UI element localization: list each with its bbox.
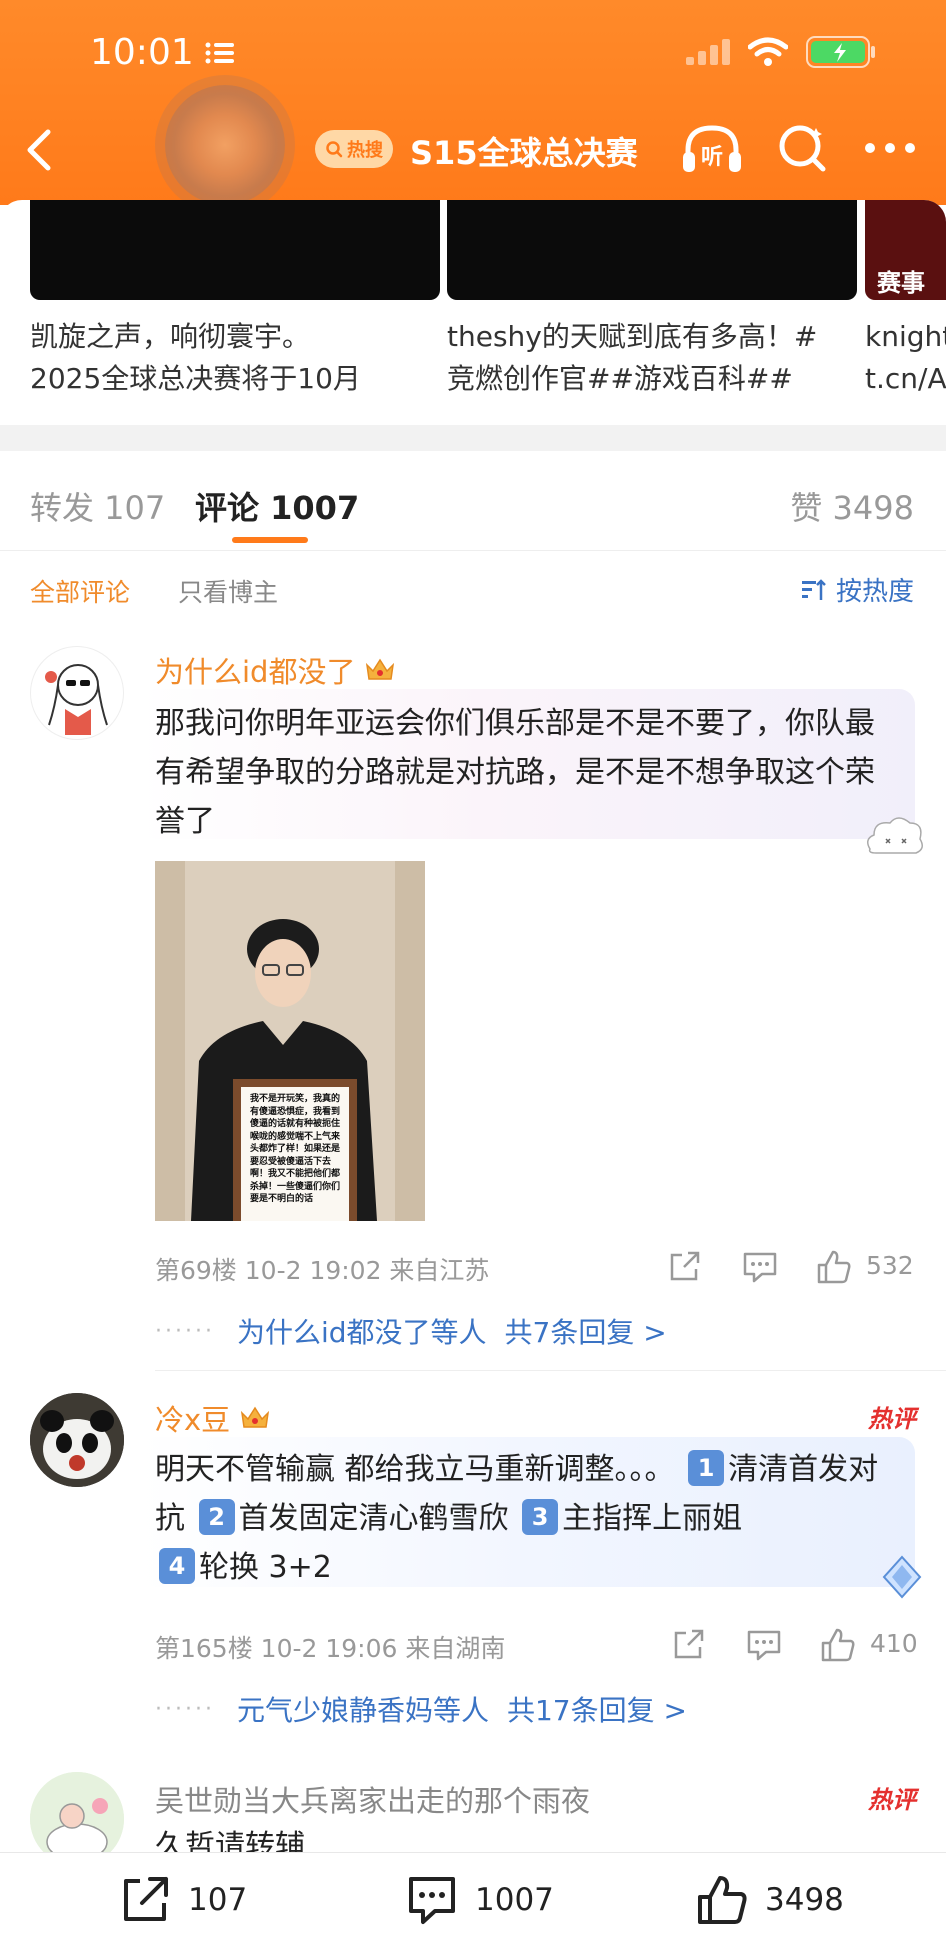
video-card[interactable]: 凯旋之声，响彻寰宇。 2025全球总决赛将于10月 [30, 200, 440, 400]
wifi-icon [748, 37, 788, 66]
replies-count: 共17条回复 > [506, 1694, 687, 1727]
video-thumbnail[interactable] [30, 200, 440, 300]
comment-icon[interactable] [746, 1629, 782, 1661]
active-tab-indicator [232, 537, 308, 543]
like-icon[interactable] [816, 1249, 852, 1285]
comment-text: 久哲请转辅 [155, 1829, 305, 1852]
section-divider [0, 425, 946, 451]
like-count: 410 [870, 1629, 918, 1658]
repost-icon [124, 1877, 168, 1921]
back-icon[interactable] [22, 128, 54, 172]
list-icon [205, 42, 234, 64]
number-badge: 4 [159, 1548, 195, 1584]
thumbs-up-icon [698, 1876, 747, 1924]
replies-dots: ······ [155, 1318, 215, 1344]
like-icon[interactable] [820, 1627, 856, 1663]
page-title: S15全球总决赛 [410, 134, 638, 172]
replies-count: 共7条回复 > [504, 1316, 667, 1349]
bottom-action-bar: 107 1007 3498 [0, 1852, 946, 1949]
video-card[interactable]: 赛事 knight t.cn/A [865, 200, 946, 400]
tab-likes[interactable]: 赞 3498 [790, 483, 914, 529]
video-caption: 凯旋之声，响彻寰宇。 2025全球总决赛将于10月 [30, 320, 361, 395]
page: 10:01 热搜 S15全球总决赛 听 凯旋之声，响彻寰宇。 2025全球总决赛… [0, 0, 946, 1949]
replies-by: 为什么id都没了等人 [236, 1316, 487, 1349]
tab-bar: 转发 107 评论 1007 赞 3498 [0, 451, 946, 551]
comment-count: 1007 [475, 1882, 554, 1918]
share-icon[interactable] [668, 1251, 702, 1283]
related-videos: 凯旋之声，响彻寰宇。 2025全球总决赛将于10月 theshy的天赋到底有多高… [0, 200, 946, 425]
hot-comment-badge: 热评 [868, 1786, 916, 1814]
comment-image[interactable]: 我不是开玩笑，我真的有傻逼恐惧症，我看到傻逼的话就有种被扼住喉咙的感觉喘不上气来… [155, 861, 425, 1221]
hot-comment-badge: 热评 [868, 1405, 916, 1433]
tab-comments[interactable]: 评论 1007 [195, 483, 359, 529]
video-card[interactable]: theshy的天赋到底有多高！# 竞燃创作官##游戏百科## [447, 200, 857, 400]
replies-link[interactable]: ······ 为什么id都没了等人 共7条回复 > [155, 1311, 667, 1351]
comment-meta: 第69楼 10-2 19:02 来自江苏 [155, 1256, 490, 1285]
crown-icon [366, 658, 395, 680]
video-caption: theshy的天赋到底有多高！# 竞燃创作官##游戏百科## [447, 320, 818, 395]
avatar[interactable] [30, 1393, 124, 1487]
floating-avatar-bubble[interactable] [165, 85, 285, 205]
crown-icon [241, 1406, 270, 1428]
filter-author-only[interactable]: 只看博主 [178, 573, 278, 609]
comment-item: 吴世勋当大兵离家出走的那个雨夜 热评 久哲请转辅 [0, 1760, 946, 1852]
listen-label: 听 [701, 145, 723, 170]
avatar[interactable] [30, 646, 124, 740]
video-thumbnail[interactable]: 赛事 [865, 200, 946, 300]
number-badge: 1 [688, 1450, 725, 1486]
comment-author[interactable]: 冷x豆 [155, 1397, 270, 1439]
replies-by: 元气少娘静香妈等人 [236, 1694, 489, 1727]
headphones-icon[interactable]: 听 [680, 122, 744, 174]
repost-count: 107 [188, 1882, 248, 1918]
sort-icon [801, 578, 826, 600]
comment-text: 那我问你明年亚运会你们俱乐部是不是不要了，你队最有希望争取的分路就是对抗路，是不… [155, 706, 875, 839]
like-button[interactable]: 3498 [695, 1873, 844, 1927]
filter-all-comments[interactable]: 全部评论 [30, 573, 130, 609]
video-thumbnail[interactable] [447, 200, 857, 300]
comment-bubble-icon [409, 1877, 455, 1924]
comment-button[interactable]: 1007 [405, 1873, 554, 1927]
panda-avatar [30, 1393, 124, 1487]
repost-button[interactable]: 107 [118, 1873, 247, 1927]
hot-search-tag[interactable]: 热搜 [315, 130, 393, 168]
comment-divider [155, 1370, 946, 1371]
comment-author[interactable]: 为什么id都没了 [155, 649, 395, 691]
number-badge: 3 [522, 1499, 559, 1535]
status-time: 10:01 [90, 32, 194, 73]
hot-search-label: 热搜 [347, 140, 383, 161]
search-icon-small [326, 141, 343, 158]
share-icon[interactable] [672, 1629, 706, 1661]
top-header: 10:01 热搜 S15全球总决赛 听 [0, 0, 946, 205]
search-icon[interactable] [776, 122, 828, 174]
tab-repost[interactable]: 转发 107 [30, 483, 165, 529]
replies-dots: ······ [155, 1696, 215, 1722]
like-count-total: 3498 [765, 1882, 844, 1918]
sort-label: 按热度 [835, 577, 914, 607]
comment-filters: 全部评论 只看博主 按热度 [0, 551, 946, 621]
comment-text: 明天不管输赢 都给我立马重新调整。。。 1 清清首发对抗 2 首发固定清心鹤雪欣 3… [155, 1450, 879, 1585]
like-count: 532 [866, 1251, 914, 1280]
video-caption: knight t.cn/A [865, 320, 946, 395]
comment-icon[interactable] [742, 1251, 778, 1283]
sort-by-hot[interactable]: 按热度 [800, 571, 914, 608]
sign-text: 我不是开玩笑，我真的有傻逼恐惧症，我看到傻逼的话就有种被扼住喉咙的感觉喘不上气来… [250, 1094, 341, 1204]
signal-icon [686, 39, 730, 65]
number-badge: 2 [198, 1499, 235, 1535]
status-icons [686, 36, 876, 68]
cartoon-avatar [30, 1772, 124, 1852]
more-icon[interactable] [864, 142, 916, 154]
avatar[interactable] [30, 1772, 124, 1852]
avatar-illustration [45, 664, 108, 735]
video-thumbnail-text: 赛事 [877, 269, 925, 297]
comment-meta: 第165楼 10-2 19:06 来自湖南 [155, 1634, 506, 1663]
replies-link[interactable]: ······ 元气少娘静香妈等人 共17条回复 > [155, 1689, 687, 1729]
comment-author[interactable]: 吴世勋当大兵离家出走的那个雨夜 [155, 1778, 590, 1820]
battery-icon [806, 36, 875, 68]
